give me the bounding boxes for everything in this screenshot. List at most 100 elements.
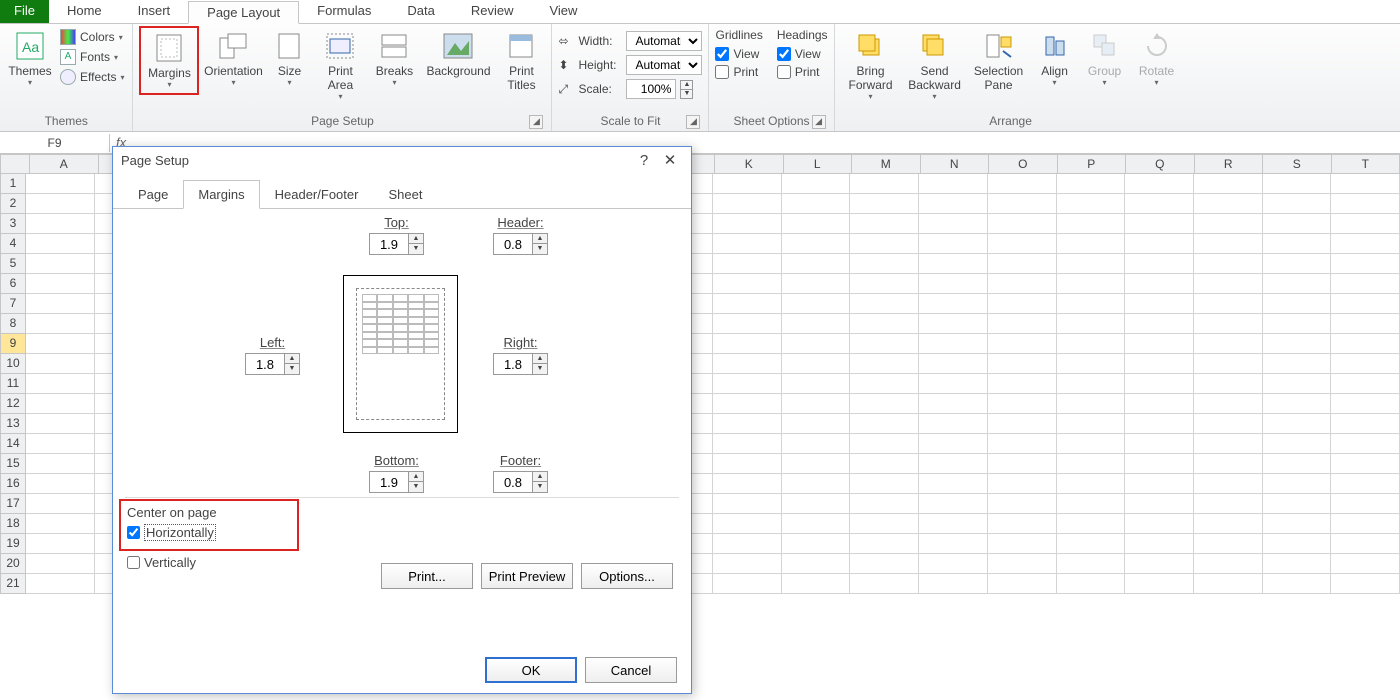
cell[interactable]: [1194, 354, 1263, 374]
margin-top-input[interactable]: [370, 234, 408, 254]
row-header[interactable]: 4: [0, 234, 26, 254]
cell[interactable]: [1057, 494, 1126, 514]
row-header[interactable]: 16: [0, 474, 26, 494]
cell[interactable]: [713, 294, 782, 314]
cell[interactable]: [1194, 554, 1263, 574]
cell[interactable]: [1194, 274, 1263, 294]
cell[interactable]: [782, 174, 851, 194]
orientation-button[interactable]: Orientation ▾: [203, 26, 263, 91]
margin-footer-input[interactable]: [494, 472, 532, 492]
help-icon[interactable]: ?: [631, 152, 657, 169]
breaks-button[interactable]: Breaks ▾: [369, 26, 419, 91]
row-header[interactable]: 18: [0, 514, 26, 534]
cell[interactable]: [713, 434, 782, 454]
cell[interactable]: [988, 454, 1057, 474]
cell[interactable]: [919, 494, 988, 514]
column-header[interactable]: P: [1058, 154, 1127, 174]
cell[interactable]: [988, 334, 1057, 354]
send-backward-button[interactable]: Send Backward▾: [905, 26, 965, 105]
cell[interactable]: [919, 314, 988, 334]
row-header[interactable]: 7: [0, 294, 26, 314]
cell[interactable]: [1331, 194, 1400, 214]
cell[interactable]: [1331, 254, 1400, 274]
margin-header-spinner[interactable]: ▲▼: [493, 233, 548, 255]
row-header[interactable]: 15: [0, 454, 26, 474]
row-header[interactable]: 17: [0, 494, 26, 514]
cell[interactable]: [1194, 494, 1263, 514]
cell[interactable]: [988, 174, 1057, 194]
column-header[interactable]: S: [1263, 154, 1332, 174]
cell[interactable]: [782, 214, 851, 234]
row-header[interactable]: 5: [0, 254, 26, 274]
cell[interactable]: [782, 314, 851, 334]
cell[interactable]: [1263, 454, 1332, 474]
cell[interactable]: [1194, 314, 1263, 334]
cell[interactable]: [919, 374, 988, 394]
cell[interactable]: [850, 454, 919, 474]
tab-file[interactable]: File: [0, 0, 49, 23]
row-header[interactable]: 20: [0, 554, 26, 574]
cell[interactable]: [713, 574, 782, 594]
cell[interactable]: [713, 274, 782, 294]
cell[interactable]: [1331, 554, 1400, 574]
cell[interactable]: [919, 194, 988, 214]
print-titles-button[interactable]: Print Titles: [497, 26, 545, 96]
cell[interactable]: [1194, 474, 1263, 494]
cell[interactable]: [919, 354, 988, 374]
cell[interactable]: [988, 354, 1057, 374]
cell[interactable]: [1331, 454, 1400, 474]
cell[interactable]: [1125, 254, 1194, 274]
cell[interactable]: [1125, 234, 1194, 254]
themes-button[interactable]: Aa Themes ▾: [6, 26, 54, 91]
spin-down[interactable]: ▼: [409, 482, 423, 492]
cell[interactable]: [1194, 214, 1263, 234]
cell[interactable]: [1194, 174, 1263, 194]
cell[interactable]: [1057, 454, 1126, 474]
row-header[interactable]: 3: [0, 214, 26, 234]
cell[interactable]: [26, 314, 95, 334]
cell[interactable]: [850, 354, 919, 374]
cell[interactable]: [1263, 534, 1332, 554]
cell[interactable]: [919, 554, 988, 574]
cell[interactable]: [1194, 294, 1263, 314]
cell[interactable]: [1331, 274, 1400, 294]
selection-pane-button[interactable]: Selection Pane: [969, 26, 1029, 96]
cell[interactable]: [919, 234, 988, 254]
cell[interactable]: [713, 354, 782, 374]
row-header[interactable]: 19: [0, 534, 26, 554]
cell[interactable]: [988, 314, 1057, 334]
row-header[interactable]: 6: [0, 274, 26, 294]
cell[interactable]: [782, 194, 851, 214]
column-header[interactable]: L: [784, 154, 853, 174]
select-all-corner[interactable]: [0, 154, 30, 174]
cell[interactable]: [850, 494, 919, 514]
cell[interactable]: [26, 174, 95, 194]
cell[interactable]: [850, 274, 919, 294]
cell[interactable]: [919, 574, 988, 594]
cell[interactable]: [782, 394, 851, 414]
cell[interactable]: [26, 514, 95, 534]
margin-header-input[interactable]: [494, 234, 532, 254]
cell[interactable]: [850, 314, 919, 334]
cell[interactable]: [1194, 334, 1263, 354]
cell[interactable]: [988, 474, 1057, 494]
dialog-tab-header-footer[interactable]: Header/Footer: [260, 180, 374, 209]
cell[interactable]: [1057, 574, 1126, 594]
bring-forward-button[interactable]: Bring Forward▾: [841, 26, 901, 105]
scale-up[interactable]: ▲: [681, 81, 692, 89]
cell[interactable]: [26, 274, 95, 294]
cell[interactable]: [1263, 554, 1332, 574]
cell[interactable]: [919, 474, 988, 494]
row-header[interactable]: 14: [0, 434, 26, 454]
cell[interactable]: [850, 214, 919, 234]
cell[interactable]: [1263, 474, 1332, 494]
cell[interactable]: [26, 354, 95, 374]
row-header[interactable]: 12: [0, 394, 26, 414]
row-header[interactable]: 13: [0, 414, 26, 434]
cell[interactable]: [1263, 314, 1332, 334]
cell[interactable]: [26, 374, 95, 394]
cell[interactable]: [919, 174, 988, 194]
cell[interactable]: [1125, 434, 1194, 454]
cell[interactable]: [713, 254, 782, 274]
cell[interactable]: [26, 414, 95, 434]
